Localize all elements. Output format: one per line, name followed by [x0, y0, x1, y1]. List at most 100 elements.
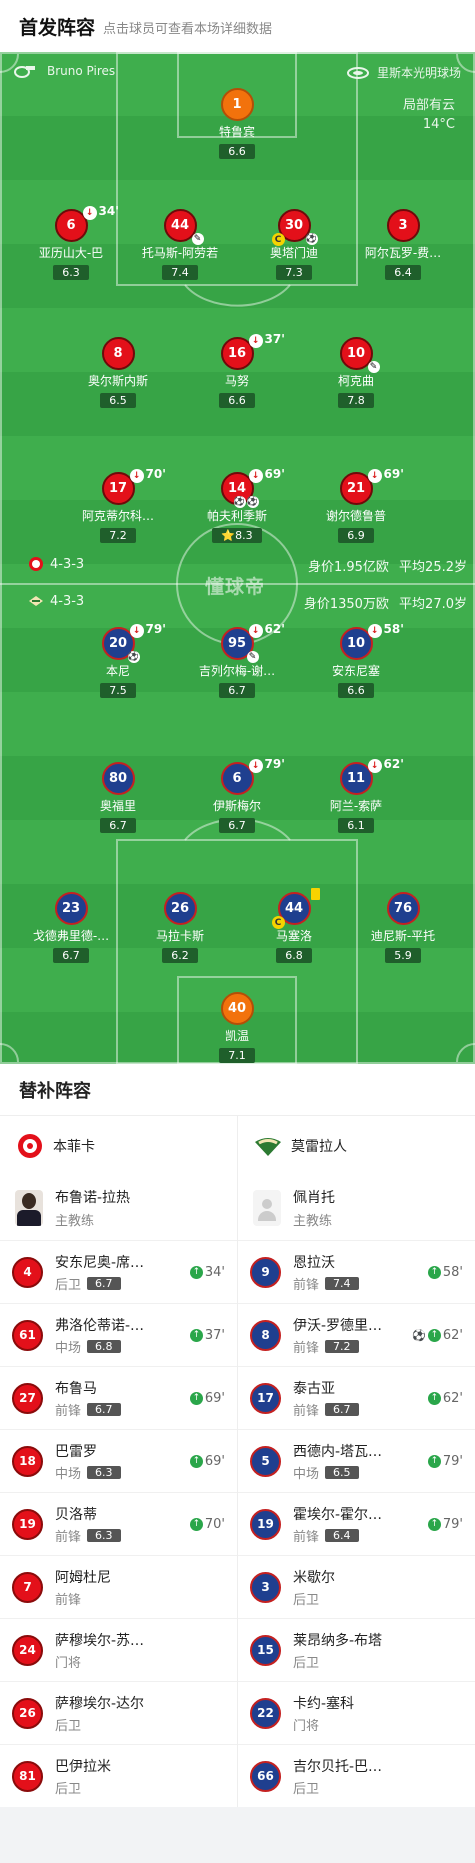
weather-text: 局部有云 — [402, 98, 455, 113]
player-number: 10 ↓ 58' — [339, 622, 404, 660]
assist-icon: ✎ — [191, 233, 204, 245]
sub-player-row[interactable]: 27 布鲁马 前锋 6.7 ↑ 69' — [0, 1366, 237, 1429]
player-rating: 7.4 — [325, 1276, 359, 1290]
player-name: 吉列尔梅-谢… — [198, 664, 276, 678]
goal-icon: ⚽ — [412, 1328, 426, 1342]
player-card[interactable]: 8 奥尔斯内斯 6.5 — [63, 337, 173, 408]
sub-player-row[interactable]: 7 阿姆杜尼 前锋 — [0, 1555, 237, 1618]
player-card[interactable]: 10 ↓ 58' 安东尼塞 6.6 — [301, 622, 411, 698]
stadium-name: 里斯本光明球场 — [376, 66, 461, 80]
player-position: 后卫 — [293, 1781, 320, 1797]
player-name: 阿尔瓦罗-费… — [364, 246, 442, 260]
away-team-row[interactable]: 莫雷拉人 — [238, 1116, 475, 1176]
player-rating: 6.5 — [325, 1465, 359, 1479]
player-rating: 7.8 — [338, 393, 374, 408]
away-coach[interactable]: 佩肖托 主教练 — [238, 1176, 475, 1240]
sub-player-row[interactable]: 26 萨穆埃尔-达尔 后卫 — [0, 1681, 237, 1744]
player-rating: 6.3 — [53, 265, 89, 280]
player-card[interactable]: 11 ↓ 62' 阿兰-索萨 6.1 — [301, 757, 411, 833]
player-number: 6 ↓ 34' — [54, 204, 119, 242]
sub-player-row[interactable]: 17 泰古亚 前锋 6.7 ↑ 62' — [238, 1366, 475, 1429]
player-rating: 6.7 — [219, 818, 255, 833]
player-name: 巴伊拉米 — [55, 1758, 111, 1775]
player-card[interactable]: 6 ↓ 79' 伊斯梅尔 6.7 — [182, 757, 292, 833]
player-card[interactable]: 80 奥福里 6.7 — [63, 762, 173, 833]
player-rating: 6.6 — [338, 683, 374, 698]
player-card[interactable]: 14 ↓ 69' ⚽ ⚽ 帕夫利季斯 ⭐8.3 — [182, 467, 292, 543]
player-name: 米歇尔 — [293, 1569, 335, 1586]
player-name: 戈德弗里德-… — [32, 929, 110, 943]
sub-player-row[interactable]: 9 恩拉沃 前锋 7.4 ↑ 58' — [238, 1240, 475, 1303]
referee-info: Bruno Pires — [14, 64, 115, 78]
player-number: 22 — [250, 1697, 281, 1729]
home-formation: 4-3-3 — [50, 556, 85, 572]
player-number: 24 — [12, 1634, 43, 1666]
player-name: 帕夫利季斯 — [206, 509, 267, 523]
sub-player-row[interactable]: 4 安东尼奥-席… 后卫 6.7 ↑ 34' — [0, 1240, 237, 1303]
sub-player-row[interactable]: 15 莱昂纳多-布塔 后卫 — [238, 1618, 475, 1681]
player-position: 后卫 — [293, 1592, 320, 1608]
sub-out-icon: ↓ — [248, 759, 263, 773]
home-team-row[interactable]: 本菲卡 — [0, 1116, 237, 1176]
player-card[interactable]: 20 ↓ 79' ⚽ 本尼 7.5 — [63, 622, 173, 698]
player-position: 后卫 — [293, 1655, 320, 1671]
sub-in-time: ↑ 69' — [189, 1391, 225, 1406]
sub-player-row[interactable]: 19 霍埃尔-霍尔… 前锋 6.4 ↑ 79' — [238, 1492, 475, 1555]
player-position: 门将 — [55, 1655, 82, 1671]
player-rating: 6.4 — [325, 1528, 359, 1542]
player-card[interactable]: 1 特鲁宾 6.6 — [182, 88, 292, 159]
player-card[interactable]: 21 ↓ 69' 谢尔德鲁普 6.9 — [301, 467, 411, 543]
sub-player-row[interactable]: 3 米歇尔后卫 — [238, 1555, 475, 1618]
player-card[interactable]: 44 C 马塞洛 6.8 — [239, 888, 349, 963]
away-value: 身价1350万欧 — [303, 597, 389, 612]
player-card[interactable]: 30 C ⚽ 奥塔门迪 7.3 — [239, 209, 349, 280]
sub-player-row[interactable]: 5 西德内-塔瓦… 中场 6.5 ↑ 79' — [238, 1429, 475, 1492]
sub-out-icon: ↓ — [248, 469, 263, 483]
sub-player-row[interactable]: 61 弗洛伦蒂诺-… 中场 6.8 ↑ 37' — [0, 1303, 237, 1366]
sub-player-row[interactable]: 81 巴伊拉米 后卫 — [0, 1744, 237, 1807]
sub-player-row[interactable]: 22 卡约-塞科 门将 — [238, 1681, 475, 1744]
sub-minute: 62' — [442, 1390, 463, 1406]
sub-player-row[interactable]: 24 萨穆埃尔-苏… 门将 — [0, 1618, 237, 1681]
sub-player-row[interactable]: 19 贝洛蒂 前锋 6.3 ↑ 70' — [0, 1492, 237, 1555]
player-card[interactable]: 23 戈德弗里德-… 6.7 — [16, 892, 126, 963]
away-formation-bar: 4-3-3 — [28, 593, 84, 609]
player-name: 马努 — [224, 374, 249, 388]
player-card[interactable]: 76 迪尼斯-平托 5.9 — [348, 892, 458, 963]
away-team-name: 莫雷拉人 — [291, 1139, 347, 1155]
player-name: 安东尼塞 — [331, 664, 380, 678]
player-card[interactable]: 40 凯温 7.1 — [182, 992, 292, 1063]
coach-avatar — [253, 1190, 281, 1226]
player-rating: 7.2 — [325, 1339, 359, 1353]
sub-in-icon: ↑ — [189, 1328, 203, 1342]
coach-avatar — [15, 1190, 43, 1226]
player-rating: 6.3 — [87, 1465, 121, 1479]
sub-player-row[interactable]: 18 巴雷罗 中场 6.3 ↑ 69' — [0, 1429, 237, 1492]
sub-in-icon: ↑ — [427, 1454, 441, 1468]
home-coach[interactable]: 布鲁诺-拉热 主教练 — [0, 1176, 237, 1240]
player-card[interactable]: 17 ↓ 70' 阿克蒂尔科… 7.2 — [63, 467, 173, 543]
assist-icon: ✎ — [367, 361, 380, 373]
referee-name: Bruno Pires — [47, 64, 116, 78]
player-card[interactable]: 26 马拉卡斯 6.2 — [125, 892, 235, 963]
player-number: 3 — [250, 1571, 281, 1603]
player-position: 后卫 — [55, 1781, 82, 1797]
player-card[interactable]: 6 ↓ 34' 亚历山大-巴 6.3 — [16, 204, 126, 280]
player-rating: 7.3 — [276, 265, 312, 280]
player-name: 萨穆埃尔-苏… — [55, 1632, 145, 1649]
sub-player-row[interactable]: 8 伊沃-罗德里… 前锋 7.2 ⚽ ↑ 62' — [238, 1303, 475, 1366]
player-card[interactable]: 95 ↓ 62' ✎ 吉列尔梅-谢… 6.7 — [182, 622, 292, 698]
player-card[interactable]: 3 阿尔瓦罗-费… 6.4 — [348, 209, 458, 280]
sub-player-row[interactable]: 66 吉尔贝托-巴… 后卫 — [238, 1744, 475, 1807]
sub-in-icon: ↑ — [427, 1391, 441, 1405]
player-number: 10 ✎ — [339, 337, 380, 373]
player-number: 11 ↓ 62' — [339, 757, 404, 795]
player-card[interactable]: 44 ✎ 托马斯-阿劳若 7.4 — [125, 209, 235, 280]
player-rating: 6.1 — [338, 818, 374, 833]
home-avg-age: 平均25.2岁 — [399, 560, 467, 575]
player-card[interactable]: 10 ✎ 柯克曲 7.8 — [301, 337, 411, 408]
captain-icon: C — [271, 916, 285, 929]
player-card[interactable]: 16 ↓ 37' 马努 6.6 — [182, 332, 292, 408]
sub-minute: 62' — [442, 1327, 463, 1343]
sub-in-time: ↑ 79' — [427, 1517, 463, 1532]
